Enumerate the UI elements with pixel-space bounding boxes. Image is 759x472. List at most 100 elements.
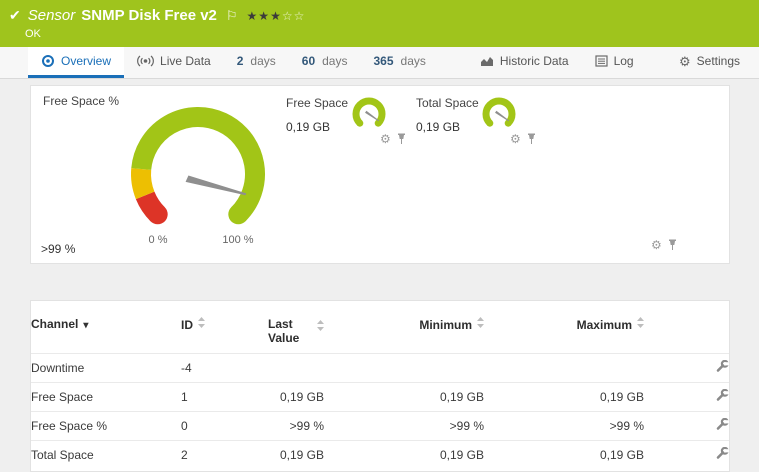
channel-settings-wrench-icon[interactable] — [715, 417, 730, 431]
mini-gauge-total-space-title: Total Space — [416, 96, 479, 110]
channel-settings-wrench-icon[interactable] — [715, 359, 730, 373]
mini-gauge-total-space-value: 0,19 GB — [416, 120, 461, 134]
table-row[interactable]: Free Space 1 0,19 GB 0,19 GB 0,19 GB — [31, 382, 730, 412]
flag-icon[interactable]: ⚐ — [226, 8, 238, 24]
channel-table-panel: Channel ▾ ID Last Value Minimum Maximum D… — [30, 300, 730, 472]
cell-channel: Free Space — [31, 382, 181, 412]
channel-settings-wrench-icon[interactable] — [715, 446, 730, 460]
mini-gauge-free-space-title: Free Space — [286, 96, 349, 110]
cell-minimum — [324, 353, 484, 383]
cell-channel: Free Space % — [31, 411, 181, 441]
cell-minimum: 0,19 GB — [324, 382, 484, 412]
tab-settings-label: Settings — [696, 54, 740, 68]
cell-maximum — [484, 353, 644, 383]
cell-maximum: 0,19 GB — [484, 382, 644, 412]
status-badge: OK — [25, 28, 41, 40]
cell-channel: Total Space — [31, 440, 181, 469]
tab-live-data-label: Live Data — [160, 54, 211, 68]
tab-live-data[interactable]: Live Data — [124, 47, 224, 78]
header-id[interactable]: ID — [181, 301, 239, 354]
priority-stars[interactable]: ★★★☆☆ — [247, 9, 306, 23]
object-kind-label: Sensor — [27, 7, 76, 24]
tab-bar: Overview Live Data 2 days 60 days 365 da… — [0, 47, 759, 79]
gauge-scale-max: 100 % — [222, 234, 254, 246]
tab-365-days-number: 365 — [373, 54, 394, 68]
tab-log-label: Log — [613, 54, 634, 68]
cell-maximum: >99 % — [484, 411, 644, 441]
gauge-pin-icon[interactable] — [668, 239, 677, 251]
cell-last-value: >99 % — [239, 411, 324, 441]
tab-60-days-label: days — [322, 54, 348, 68]
historic-data-icon — [480, 57, 493, 66]
gauge-gear-icon[interactable]: ⚙ — [510, 133, 521, 145]
sort-arrows-icon — [477, 317, 484, 328]
gauge-pin-icon[interactable] — [527, 133, 536, 145]
free-space-gauge-tools: ⚙ — [380, 133, 406, 145]
cell-id: 0 — [181, 411, 239, 441]
gauge-pin-icon[interactable] — [397, 133, 406, 145]
tab-historic-data[interactable]: Historic Data — [467, 47, 582, 78]
gauge-needle — [185, 175, 247, 196]
overview-icon — [42, 55, 54, 67]
total-space-mini-gauge — [482, 97, 516, 127]
gauges-panel: Free Space % 0 % 100 % >99 % ⚙ Free Spac… — [30, 85, 730, 264]
mini-gauge-needle — [495, 110, 510, 122]
main-gauge-title: Free Space % — [43, 94, 120, 108]
cell-maximum: 0,19 GB — [484, 440, 644, 469]
channel-table: Channel ▾ ID Last Value Minimum Maximum D… — [31, 301, 730, 469]
table-row[interactable]: Downtime -4 — [31, 353, 730, 383]
log-icon — [594, 55, 608, 67]
header-maximum[interactable]: Maximum — [484, 301, 644, 354]
mini-gauge-free-space-value: 0,19 GB — [286, 120, 331, 134]
tab-2-days-label: days — [250, 54, 276, 68]
cell-minimum: 0,19 GB — [324, 440, 484, 469]
total-space-gauge-tools: ⚙ — [510, 133, 536, 145]
header-last-value[interactable]: Last Value — [239, 301, 324, 354]
tab-2-days-number: 2 — [236, 54, 244, 68]
sort-arrows-icon — [198, 317, 205, 328]
stars-filled[interactable]: ★★★ — [247, 9, 282, 23]
sensor-header: ✔ Sensor SNMP Disk Free v2 ⚐ ★★★☆☆ OK — [0, 0, 759, 47]
stars-empty[interactable]: ☆☆ — [282, 9, 306, 23]
cell-last-value — [239, 353, 324, 383]
free-space-mini-gauge — [352, 97, 386, 127]
cell-last-value: 0,19 GB — [239, 440, 324, 469]
tab-overview[interactable]: Overview — [28, 47, 125, 78]
cell-channel: Downtime — [31, 353, 181, 383]
cell-minimum: >99 % — [324, 411, 484, 441]
tab-60-days-number: 60 — [301, 54, 316, 68]
tab-60-days[interactable]: 60 days — [289, 47, 361, 78]
sort-arrows-icon — [637, 317, 644, 328]
tab-overview-label: Overview — [61, 54, 112, 68]
cell-id: 1 — [181, 382, 239, 412]
header-minimum[interactable]: Minimum — [324, 301, 484, 354]
tab-settings[interactable]: ⚙ Settings — [666, 47, 753, 78]
settings-gear-icon: ⚙ — [678, 53, 691, 69]
table-row[interactable]: Total Space 2 0,19 GB 0,19 GB 0,19 GB — [31, 440, 730, 469]
gauge-gear-icon[interactable]: ⚙ — [380, 133, 391, 145]
gauge-scale-min: 0 % — [148, 234, 168, 246]
live-data-icon — [137, 55, 154, 67]
free-space-percent-gauge — [131, 107, 265, 225]
cell-last-value: 0,19 GB — [239, 382, 324, 412]
sort-arrows-icon — [317, 320, 324, 331]
tab-365-days-label: days — [400, 54, 426, 68]
status-check-icon: ✔ — [9, 7, 21, 23]
main-gauge-tools: ⚙ — [651, 239, 677, 251]
cell-id: 2 — [181, 440, 239, 469]
tab-365-days[interactable]: 365 days — [360, 47, 438, 78]
cell-id: -4 — [181, 353, 239, 383]
tab-historic-data-label: Historic Data — [499, 54, 569, 68]
header-channel[interactable]: Channel ▾ — [31, 301, 181, 354]
gauge-gear-icon[interactable]: ⚙ — [651, 239, 662, 251]
main-gauge-value: >99 % — [41, 242, 76, 256]
table-header-row: Channel ▾ ID Last Value Minimum Maximum — [31, 301, 729, 354]
channel-settings-wrench-icon[interactable] — [715, 388, 730, 402]
sensor-title: SNMP Disk Free v2 — [81, 7, 217, 24]
table-row[interactable]: Free Space % 0 >99 % >99 % >99 % — [31, 411, 730, 441]
sort-caret-icon: ▾ — [83, 320, 89, 331]
mini-gauge-needle — [365, 110, 380, 122]
header-tools — [644, 301, 729, 354]
tab-log[interactable]: Log — [582, 47, 647, 78]
tab-2-days[interactable]: 2 days — [224, 47, 289, 78]
